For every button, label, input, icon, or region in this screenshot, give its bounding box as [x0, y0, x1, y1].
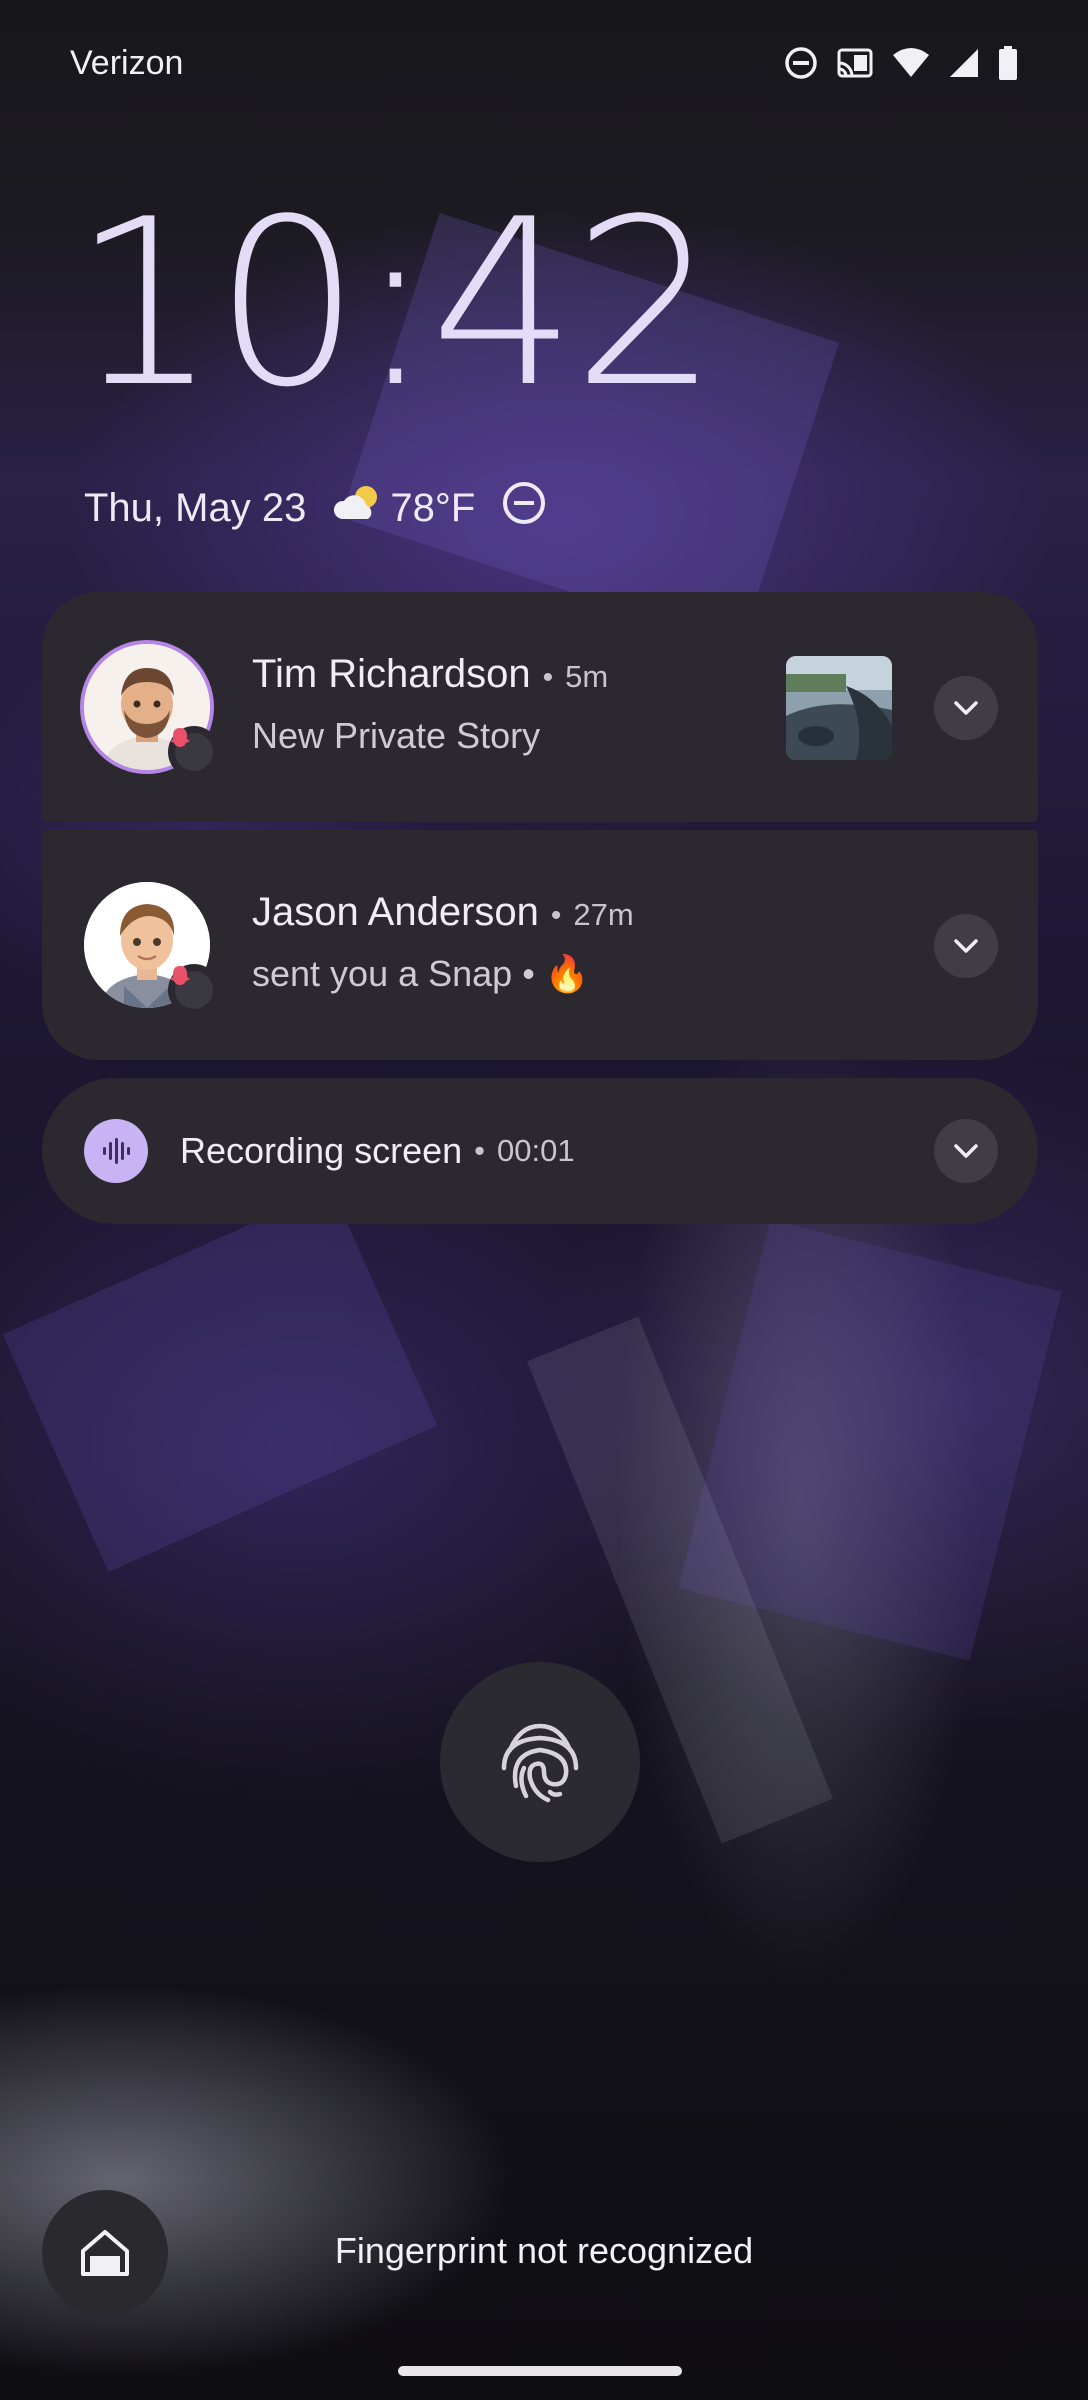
- crystal-facet: [2, 1188, 438, 1572]
- status-bar: Verizon: [0, 0, 1088, 130]
- date-weather-row: Thu, May 23 78°F: [84, 480, 547, 536]
- cast-icon: [836, 47, 874, 79]
- expand-button[interactable]: [934, 676, 998, 740]
- sender-name: Tim Richardson: [252, 652, 531, 696]
- expand-button[interactable]: [934, 1119, 998, 1183]
- notification-time: 5m: [565, 659, 609, 694]
- separator: •: [542, 661, 554, 694]
- snapchat-badge: [168, 726, 220, 778]
- snapchat-icon: [170, 728, 213, 771]
- weather: 78°F: [332, 483, 475, 533]
- partly-cloudy-icon: [332, 483, 384, 533]
- avatar: [84, 882, 220, 1016]
- separator: •: [550, 899, 562, 932]
- expand-button[interactable]: [934, 914, 998, 978]
- do-not-disturb-icon: [784, 46, 818, 80]
- fingerprint-icon: [501, 1723, 579, 1803]
- snapchat-badge: [168, 964, 220, 1016]
- fingerprint-sensor[interactable]: [440, 1662, 640, 1862]
- recording-text: Recording screen • 00:01: [180, 1078, 575, 1224]
- notification-card-tim-richardson[interactable]: Tim Richardson • 5m New Private Story: [42, 592, 1038, 822]
- carrier-name: Verizon: [70, 44, 184, 82]
- chevron-down-icon: [954, 1144, 978, 1158]
- notification-text: Tim Richardson • 5m New Private Story: [252, 652, 608, 757]
- do-not-disturb-icon: [501, 480, 547, 536]
- notification-text: Jason Anderson • 27m sent you a Snap • 🔥: [252, 890, 634, 995]
- temperature-label: 78°F: [390, 485, 476, 530]
- status-icons: [784, 46, 1018, 80]
- notification-time: 27m: [573, 897, 634, 932]
- snapchat-icon: [170, 966, 213, 1009]
- notification-message: sent you a Snap • 🔥: [252, 953, 590, 994]
- fingerprint-status-message: Fingerprint not recognized: [334, 2230, 754, 2271]
- recording-elapsed: 00:01: [497, 1133, 575, 1168]
- gesture-nav-handle[interactable]: [398, 2366, 682, 2376]
- sender-name: Jason Anderson: [252, 890, 539, 934]
- lock-clock: 10:42: [72, 171, 719, 438]
- recording-title: Recording screen: [180, 1130, 463, 1171]
- sound-wave-icon: [84, 1119, 148, 1183]
- notification-message: New Private Story: [252, 715, 541, 756]
- cell-signal-icon: [948, 47, 980, 79]
- chevron-down-icon: [954, 939, 978, 953]
- battery-icon: [998, 46, 1018, 80]
- notification-card-jason-anderson[interactable]: Jason Anderson • 27m sent you a Snap • 🔥: [42, 830, 1038, 1060]
- recording-notification[interactable]: Recording screen • 00:01: [42, 1078, 1038, 1224]
- chevron-down-icon: [954, 701, 978, 715]
- date-label: Thu, May 23: [84, 485, 307, 530]
- separator: •: [474, 1133, 486, 1168]
- wifi-icon: [892, 47, 930, 79]
- story-thumbnail[interactable]: [786, 656, 892, 760]
- avatar: [84, 644, 220, 778]
